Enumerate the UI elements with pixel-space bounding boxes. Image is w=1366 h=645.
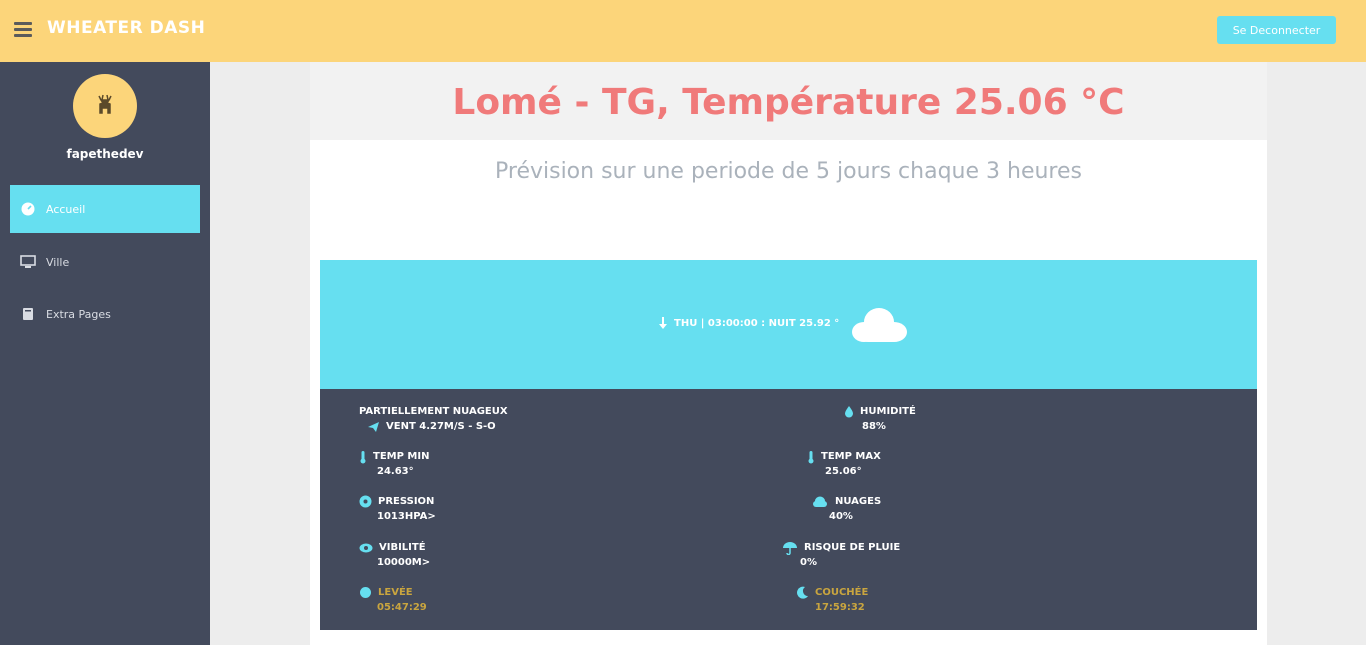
temp-min-label: TEMP MIN	[373, 451, 430, 462]
temp-min-stat: TEMP MIN 24.63°	[359, 449, 429, 479]
cloud-icon	[813, 496, 827, 507]
umbrella-icon	[783, 541, 797, 555]
sidebar-item-extra-pages[interactable]: Extra Pages	[10, 290, 200, 338]
avatar[interactable]	[73, 74, 137, 138]
temp-max-stat: TEMP MAX 25.06°	[807, 449, 881, 479]
forecast-card: THU | 03:00:00 : NUIT 25.92 ° PARTIELLEM…	[320, 260, 1257, 630]
sunrise-stat: LEVÉE 05:47:29	[359, 585, 427, 615]
forecast-time-label: THU | 03:00:00 : NUIT 25.92 °	[674, 317, 840, 329]
forecast-time: THU | 03:00:00 : NUIT 25.92 °	[658, 316, 839, 330]
logout-button[interactable]: Se Deconnecter	[1217, 16, 1336, 44]
visibility-value: 10000M>	[377, 557, 431, 568]
sun-icon	[360, 587, 371, 598]
clouds-value: 40%	[829, 511, 853, 522]
wind-value: VENT 4.27M/S - S-O	[386, 421, 496, 432]
sidebar-item-ville[interactable]: Ville	[10, 238, 200, 286]
sunset-label: COUCHÉE	[815, 587, 869, 598]
droplet-icon	[845, 406, 853, 418]
thermometer-icon	[659, 317, 667, 329]
menu-toggle-icon[interactable]	[14, 22, 32, 38]
username: fapethedev	[66, 147, 144, 161]
title-band: Lomé - TG, Température 25.06 °C	[310, 62, 1267, 140]
temp-min-value: 24.63°	[377, 466, 414, 477]
page-title: Lomé - TG, Température 25.06 °C	[452, 82, 1125, 123]
humidity-stat: HUMIDITÉ 88%	[844, 404, 916, 434]
sunrise-label: LEVÉE	[378, 587, 413, 598]
page-subtitle: Prévision sur une periode de 5 jours cha…	[495, 159, 1082, 184]
rain-label: RISQUE DE PLUIE	[804, 542, 901, 553]
visibility-label: VIBILITÉ	[379, 542, 426, 553]
sidebar: fapethedev Accueil Ville Extra Pages	[0, 62, 210, 645]
book-icon	[20, 306, 36, 322]
condition-label: PARTIELLEMENT NUAGEUX	[359, 406, 508, 417]
temp-max-value: 25.06°	[825, 466, 862, 477]
cloud-icon	[852, 308, 907, 342]
clouds-stat: NUAGES 40%	[811, 494, 881, 524]
paper-plane-icon	[368, 421, 379, 432]
pressure-label: PRESSION	[378, 496, 435, 507]
rain-stat: RISQUE DE PLUIE 0%	[782, 540, 900, 570]
sunset-stat: COUCHÉE 17:59:32	[797, 585, 868, 615]
sidebar-item-label: Accueil	[46, 202, 86, 216]
rain-value: 0%	[800, 557, 817, 568]
monitor-icon	[20, 254, 36, 270]
forecast-header: THU | 03:00:00 : NUIT 25.92 °	[320, 260, 1257, 389]
condition-stat: PARTIELLEMENT NUAGEUX VENT 4.27M/S - S-O	[359, 404, 508, 434]
humidity-label: HUMIDITÉ	[860, 406, 916, 417]
sidebar-item-label: Extra Pages	[46, 307, 111, 321]
top-bar: WHEATER DASH Se Deconnecter	[0, 0, 1366, 62]
deer-icon	[98, 94, 112, 114]
pressure-stat: PRESSION 1013HPA>	[359, 494, 436, 524]
dashboard-icon	[20, 201, 36, 217]
sidebar-item-label: Ville	[46, 255, 70, 269]
visibility-stat: VIBILITÉ 10000M>	[359, 540, 430, 570]
gauge-icon	[359, 495, 372, 508]
sunset-value: 17:59:32	[815, 602, 865, 613]
sunrise-value: 05:47:29	[377, 602, 427, 613]
eye-icon	[359, 543, 373, 552]
thermometer-icon	[360, 450, 366, 463]
sidebar-item-accueil[interactable]: Accueil	[10, 185, 200, 233]
moon-icon	[797, 586, 808, 599]
thermometer-icon	[808, 450, 814, 463]
pressure-value: 1013HPA>	[377, 511, 436, 522]
clouds-label: NUAGES	[835, 496, 882, 507]
temp-max-label: TEMP MAX	[821, 451, 881, 462]
humidity-value: 88%	[862, 421, 886, 432]
forecast-details: PARTIELLEMENT NUAGEUX VENT 4.27M/S - S-O…	[320, 389, 1257, 630]
app-brand[interactable]: WHEATER DASH	[47, 18, 205, 38]
